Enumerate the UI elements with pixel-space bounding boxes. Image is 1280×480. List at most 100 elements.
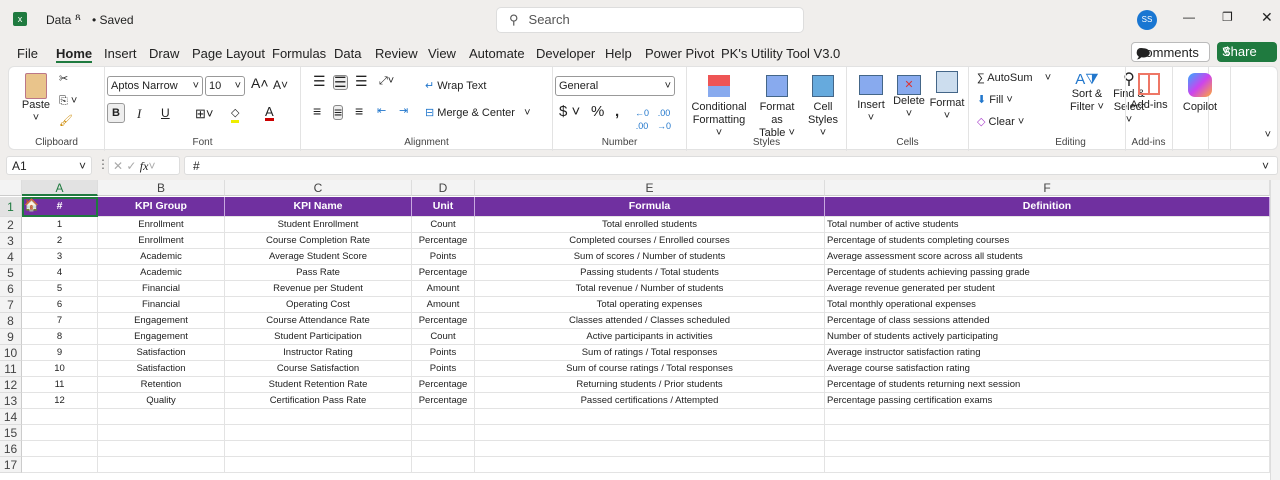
header-cell[interactable]: KPI Name <box>225 197 412 217</box>
table-cell[interactable] <box>412 441 475 457</box>
column-header-E[interactable]: E <box>475 180 825 196</box>
table-cell[interactable] <box>98 441 225 457</box>
table-cell[interactable]: 7 <box>22 313 98 329</box>
table-cell[interactable]: Quality <box>98 393 225 409</box>
table-cell[interactable]: Course Attendance Rate <box>225 313 412 329</box>
tab-draw[interactable]: Draw <box>149 46 179 61</box>
row-header-12[interactable]: 12 <box>0 377 22 393</box>
table-cell[interactable]: Percentage <box>412 377 475 393</box>
restore-icon[interactable]: ❐ <box>1222 10 1233 24</box>
sort-filter-button[interactable]: A⧩ Sort & Filter ˅ <box>1067 72 1107 114</box>
tab-file[interactable]: File <box>17 46 38 61</box>
table-cell[interactable] <box>98 409 225 425</box>
cut-icon[interactable]: ✂ <box>59 73 68 86</box>
table-cell[interactable]: Operating Cost <box>225 297 412 313</box>
table-cell[interactable]: Percentage <box>412 265 475 281</box>
table-cell[interactable]: 12 <box>22 393 98 409</box>
copilot-button[interactable]: Copilot <box>1175 73 1225 114</box>
table-cell[interactable]: Percentage of students returning next se… <box>825 377 1270 393</box>
align-right-icon[interactable]: ≡ <box>355 104 363 118</box>
table-cell[interactable]: Total monthly operational expenses <box>825 297 1270 313</box>
row-header-5[interactable]: 5 <box>0 265 22 281</box>
table-cell[interactable] <box>475 441 825 457</box>
table-cell[interactable]: Average Student Score <box>225 249 412 265</box>
row-header-7[interactable]: 7 <box>0 297 22 313</box>
table-cell[interactable]: Amount <box>412 297 475 313</box>
increase-font-icon[interactable]: A˄ <box>251 76 269 90</box>
row-header-1[interactable]: 1 <box>0 197 22 217</box>
tab-page-layout[interactable]: Page Layout <box>192 46 265 61</box>
table-cell[interactable]: Financial <box>98 281 225 297</box>
table-cell[interactable]: Total revenue / Number of students <box>475 281 825 297</box>
table-cell[interactable]: Points <box>412 249 475 265</box>
header-cell[interactable]: Definition <box>825 197 1270 217</box>
table-cell[interactable]: Count <box>412 217 475 233</box>
paste-button[interactable]: Paste ˅ <box>19 73 53 125</box>
search-box[interactable]: ⚲ Search <box>496 7 804 33</box>
table-cell[interactable] <box>98 425 225 441</box>
table-cell[interactable]: 3 <box>22 249 98 265</box>
table-cell[interactable] <box>412 409 475 425</box>
tab-automate[interactable]: Automate <box>469 46 525 61</box>
table-cell[interactable]: Course Satisfaction <box>225 361 412 377</box>
wrap-text-button[interactable]: ↵ Wrap Text <box>425 80 486 93</box>
table-cell[interactable] <box>98 457 225 473</box>
table-cell[interactable]: Completed courses / Enrolled courses <box>475 233 825 249</box>
font-size-select[interactable]: 10 ˅ <box>205 76 245 96</box>
row-header-9[interactable]: 9 <box>0 329 22 345</box>
tab-pk-utility[interactable]: PK's Utility Tool V3.0 <box>721 46 840 61</box>
table-cell[interactable]: Academic <box>98 249 225 265</box>
table-cell[interactable]: 5 <box>22 281 98 297</box>
font-color-icon[interactable]: A <box>265 105 274 121</box>
table-cell[interactable]: 6 <box>22 297 98 313</box>
table-cell[interactable]: Student Participation <box>225 329 412 345</box>
row-header-2[interactable]: 2 <box>0 217 22 233</box>
table-cell[interactable]: Pass Rate <box>225 265 412 281</box>
table-cell[interactable] <box>412 425 475 441</box>
decrease-decimal-icon[interactable]: .00 →0 <box>657 107 671 133</box>
table-cell[interactable]: Satisfaction <box>98 361 225 377</box>
table-cell[interactable]: Sum of course ratings / Total responses <box>475 361 825 377</box>
table-cell[interactable]: Sum of ratings / Total responses <box>475 345 825 361</box>
formula-input[interactable]: # ˅ <box>184 156 1278 175</box>
table-cell[interactable]: Financial <box>98 297 225 313</box>
conditional-formatting-button[interactable]: Conditional Formatting ˅ <box>689 75 749 140</box>
table-cell[interactable]: Total enrolled students <box>475 217 825 233</box>
tab-power-pivot[interactable]: Power Pivot <box>645 46 714 61</box>
row-header-11[interactable]: 11 <box>0 361 22 377</box>
bold-button[interactable]: B <box>107 103 125 123</box>
spreadsheet-grid[interactable]: A B C D E F 1 # 🏠 KPI Group KPI Name Unit Formula Def… <box>0 180 1280 480</box>
row-header-10[interactable]: 10 <box>0 345 22 361</box>
increase-decimal-icon[interactable]: ←0.00 <box>635 107 649 133</box>
table-cell[interactable]: Average instructor satisfaction rating <box>825 345 1270 361</box>
row-header-17[interactable]: 17 <box>0 457 22 473</box>
vertical-scrollbar[interactable] <box>1270 180 1280 480</box>
table-cell[interactable]: Classes attended / Classes scheduled <box>475 313 825 329</box>
table-cell[interactable]: Returning students / Prior students <box>475 377 825 393</box>
align-left-icon[interactable]: ≡ <box>313 104 321 118</box>
copy-icon[interactable]: ⎘ ˅ <box>59 95 77 108</box>
format-painter-icon[interactable]: 🖌 <box>59 115 73 128</box>
column-header-D[interactable]: D <box>412 180 475 196</box>
align-center-icon[interactable]: ≡ <box>333 105 344 120</box>
header-cell[interactable]: Formula <box>475 197 825 217</box>
function-icon[interactable]: fx <box>140 159 149 173</box>
name-box[interactable]: A1 ˅ <box>6 156 92 175</box>
table-cell[interactable]: Passed certifications / Attempted <box>475 393 825 409</box>
row-header-8[interactable]: 8 <box>0 313 22 329</box>
table-cell[interactable] <box>825 441 1270 457</box>
autosum-button[interactable]: ∑ AutoSum ˅ <box>977 72 1051 85</box>
close-icon[interactable]: ✕ <box>1261 9 1273 26</box>
table-cell[interactable]: 8 <box>22 329 98 345</box>
cell-styles-button[interactable]: Cell Styles ˅ <box>805 75 841 140</box>
table-cell[interactable]: 11 <box>22 377 98 393</box>
table-cell[interactable]: 4 <box>22 265 98 281</box>
table-cell[interactable]: Percentage of class sessions attended <box>825 313 1270 329</box>
table-cell[interactable]: Total number of active students <box>825 217 1270 233</box>
italic-button[interactable]: I <box>137 107 141 120</box>
table-cell[interactable] <box>225 425 412 441</box>
format-as-table-button[interactable]: Format as Table ˅ <box>753 75 801 140</box>
percent-icon[interactable]: % <box>591 104 604 119</box>
tab-developer[interactable]: Developer <box>536 46 595 61</box>
column-header-F[interactable]: F <box>825 180 1270 196</box>
